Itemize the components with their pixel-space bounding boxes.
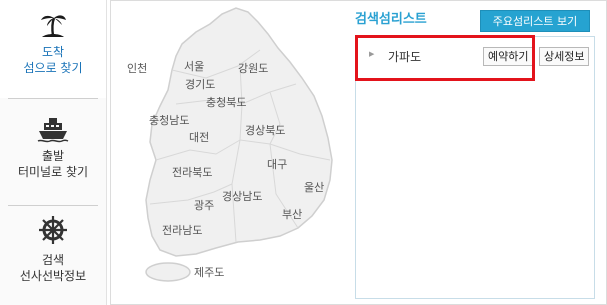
map-label-chungnam[interactable]: 충청남도 xyxy=(149,112,189,128)
korea-map-shape xyxy=(145,7,333,282)
detail-info-button[interactable]: 상세정보 xyxy=(539,47,590,66)
map-label-chungbuk[interactable]: 충청북도 xyxy=(206,94,246,110)
sidebar-item-sublabel: 선사선박정보 xyxy=(19,269,87,283)
sidebar-item-label: 도착 xyxy=(41,45,65,59)
map-label-gyeongbuk[interactable]: 경상북도 xyxy=(245,122,285,138)
map-label-daegu[interactable]: 대구 xyxy=(267,156,287,172)
island-icon xyxy=(41,15,66,37)
sidebar-item-find-by-island[interactable]: 도착 섬으로 찾기 xyxy=(0,0,106,98)
sidebar-item-sublabel: 터미널로 찾기 xyxy=(17,165,89,179)
map-label-daejeon[interactable]: 대전 xyxy=(189,129,209,145)
ship-wheel-icon xyxy=(39,216,67,244)
map-label-gwangju[interactable]: 광주 xyxy=(194,197,214,213)
sidebar: 도착 섬으로 찾기 출발 터미널로 찾기 검색 선사선박정보 xyxy=(0,0,107,305)
mainland-shape[interactable] xyxy=(145,7,333,257)
sidebar-item-search-ship-info[interactable]: 검색 선사선박정보 xyxy=(0,214,106,304)
sidebar-item-find-by-terminal[interactable]: 출발 터미널로 찾기 xyxy=(0,114,106,194)
jeju-island-shape[interactable] xyxy=(145,262,191,282)
korea-map: 인천 서울 경기도 강원도 충청북도 충청남도 대전 경상북도 대구 전라북도 … xyxy=(110,4,345,302)
map-label-busan[interactable]: 부산 xyxy=(282,206,302,222)
map-label-gangwon[interactable]: 강원도 xyxy=(238,60,268,76)
map-label-jeonbuk[interactable]: 전라북도 xyxy=(172,164,212,180)
selection-highlight xyxy=(355,35,535,81)
map-label-gyeongnam[interactable]: 경상남도 xyxy=(222,188,262,204)
map-label-seoul[interactable]: 서울 xyxy=(184,58,204,74)
sidebar-divider xyxy=(8,98,98,99)
sidebar-divider xyxy=(8,205,98,206)
sidebar-item-label: 검색 xyxy=(41,253,65,267)
app-root: 도착 섬으로 찾기 출발 터미널로 찾기 검색 선사선박정보 인천 서울 경기도… xyxy=(0,0,607,305)
ship-icon xyxy=(37,118,69,143)
map-label-jeonnam[interactable]: 전라남도 xyxy=(162,222,202,238)
map-label-jeju[interactable]: 제주도 xyxy=(194,264,224,280)
map-label-ulsan[interactable]: 울산 xyxy=(304,179,324,195)
major-island-list-button[interactable]: 주요섬리스트 보기 xyxy=(480,10,590,32)
sidebar-item-label: 출발 xyxy=(41,149,65,163)
sidebar-item-sublabel: 섬으로 찾기 xyxy=(23,61,83,75)
panel-title: 검색섬리스트 xyxy=(355,12,427,27)
map-label-incheon[interactable]: 인천 xyxy=(127,60,147,76)
map-label-gyeonggi[interactable]: 경기도 xyxy=(185,76,215,92)
